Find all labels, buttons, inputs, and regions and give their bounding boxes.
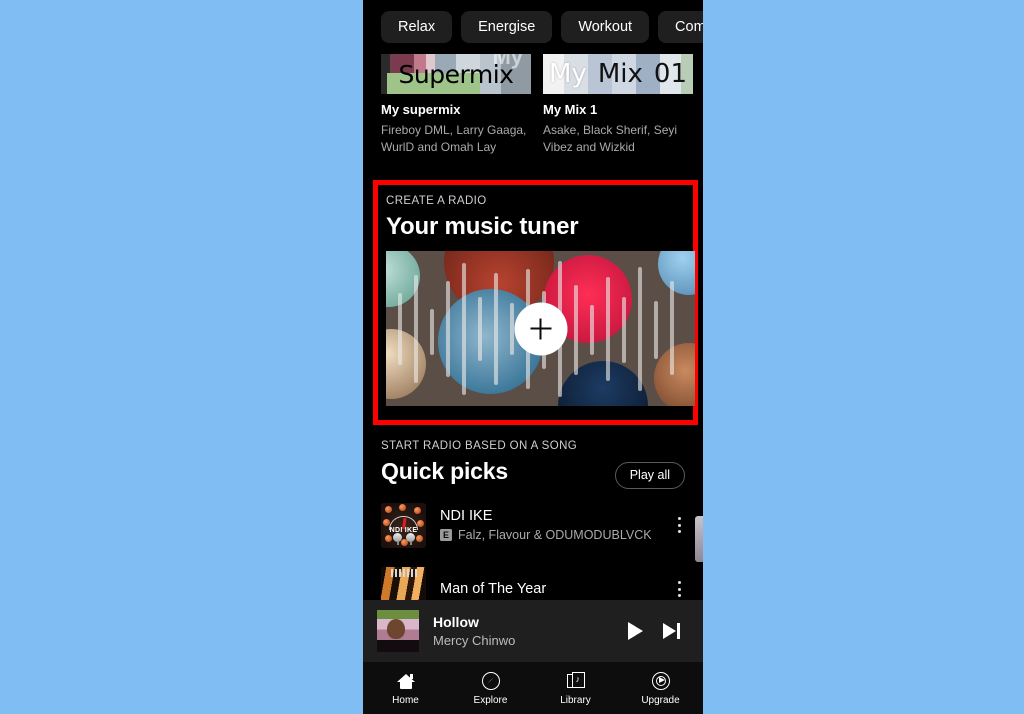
music-tuner-card[interactable]: CREATE A RADIO Your music tuner (378, 185, 695, 420)
quick-picks-kicker: START RADIO BASED ON A SONG (381, 440, 578, 452)
song-artists: Falz, Flavour & ODUMODUBLVCK (458, 528, 652, 542)
carousel-edge-peek[interactable] (695, 516, 703, 562)
library-icon: ♪ (566, 671, 586, 691)
chip-energise[interactable]: Energise (461, 10, 553, 44)
mix-subtitle: Asake, Black Sherif, Seyi Vibez and Wizk… (543, 123, 678, 154)
song-title: NDI IKE (440, 508, 493, 524)
mix-thumb-text-a: My (549, 59, 587, 89)
nav-label-library: Library (560, 694, 591, 706)
more-options-icon[interactable] (671, 578, 687, 600)
mix-thumb-text-b: Mix (597, 59, 643, 89)
add-tuner-button[interactable] (514, 302, 567, 355)
song-art-text: NDI IKE (389, 526, 418, 534)
phone-screen: Relax Energise Workout Commute My Superm… (363, 0, 703, 714)
next-track-icon[interactable] (653, 613, 689, 649)
mix-card-supermix[interactable]: My Supermix My supermix Fireboy DML, Lar… (381, 54, 531, 164)
compass-icon (481, 671, 501, 691)
quick-picks-section: START RADIO BASED ON A SONG Quick picks … (363, 440, 703, 617)
explicit-badge: E (440, 529, 452, 541)
mix-thumbnail: My Supermix (381, 54, 531, 94)
song-artwork: NDI IKE (381, 502, 426, 548)
nav-label-home: Home (392, 694, 419, 706)
tuner-title: Your music tuner (386, 213, 579, 240)
mix-thumbnail: My Mix 01 (543, 54, 693, 94)
nav-item-library[interactable]: ♪ Library (533, 662, 618, 714)
bottom-navigation[interactable]: Home Explore ♪ Library Upgrade (363, 662, 703, 714)
mix-title: My supermix (381, 102, 461, 117)
mix-card-row[interactable]: My Supermix My supermix Fireboy DML, Lar… (363, 54, 703, 164)
quick-picks-header: START RADIO BASED ON A SONG Quick picks … (363, 440, 703, 489)
play-all-button[interactable]: Play all (614, 462, 685, 489)
now-playing-artist: Mercy Chinwo (433, 633, 516, 648)
song-row[interactable]: NDI IKE NDI IKE E Falz, Flavour & ODUMOD… (363, 497, 703, 553)
mix-thumb-text: Supermix (398, 59, 514, 89)
home-feed: My Supermix My supermix Fireboy DML, Lar… (363, 54, 703, 164)
mood-chip-row[interactable]: Relax Energise Workout Commute (363, 0, 703, 54)
tuner-kicker: CREATE A RADIO (386, 195, 487, 207)
upgrade-icon (651, 671, 671, 691)
nav-item-explore[interactable]: Explore (448, 662, 533, 714)
more-options-icon[interactable] (671, 514, 687, 536)
mix-title: My Mix 1 (543, 102, 598, 117)
mix-subtitle: Fireboy DML, Larry Gaaga, WurlD and Omah… (381, 123, 527, 154)
now-playing-title: Hollow (433, 614, 479, 630)
song-text: NDI IKE E Falz, Flavour & ODUMODUBLVCK (440, 508, 685, 542)
nav-item-upgrade[interactable]: Upgrade (618, 662, 703, 714)
tuner-artwork[interactable] (386, 251, 695, 406)
mix-thumb-text-c: 01 (653, 59, 687, 89)
nav-label-explore: Explore (473, 694, 508, 706)
now-playing-text: Hollow Mercy Chinwo (433, 614, 617, 648)
nav-item-home[interactable]: Home (363, 662, 448, 714)
chip-commute[interactable]: Commute (658, 10, 703, 44)
now-playing-bar[interactable]: Hollow Mercy Chinwo (363, 600, 703, 662)
home-icon (396, 671, 416, 691)
now-playing-artwork (377, 610, 419, 652)
song-title: Man of The Year (440, 581, 547, 597)
chip-workout[interactable]: Workout (561, 10, 650, 44)
chip-relax[interactable]: Relax (381, 10, 453, 44)
nav-label-upgrade: Upgrade (641, 694, 680, 706)
song-meta: E Falz, Flavour & ODUMODUBLVCK (440, 528, 685, 542)
play-icon[interactable] (617, 613, 653, 649)
mix-card-mymix1[interactable]: My Mix 01 My Mix 1 Asake, Black Sherif, … (543, 54, 693, 164)
music-tuner-highlight: CREATE A RADIO Your music tuner (373, 180, 698, 425)
song-text: Man of The Year (440, 581, 685, 597)
